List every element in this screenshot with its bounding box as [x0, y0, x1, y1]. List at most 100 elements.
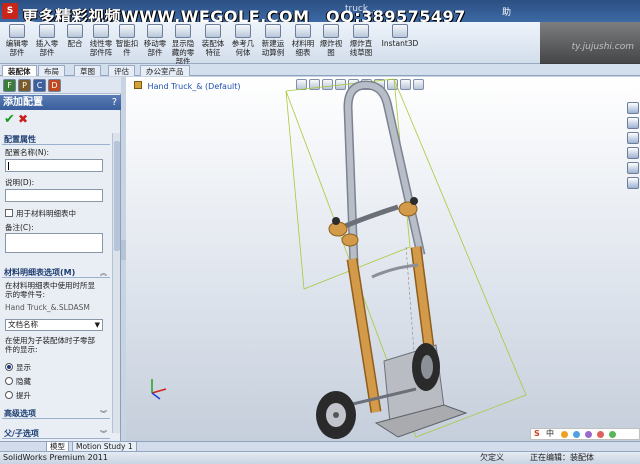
property-manager-panel: F P C D 添加配置 ? ✔ ✖ 配置属性 配置名称(N): 说明(D): …	[0, 77, 121, 441]
ribbon-tool-0[interactable]: 编辑零 部件	[2, 24, 32, 57]
status-bar: SolidWorks Premium 2011 欠定义 正在编辑：装配体	[0, 451, 640, 464]
left-wood-rail	[348, 258, 380, 413]
ribbon-tool-label: 材料明 细表	[291, 39, 315, 57]
document-title: truck_...	[345, 4, 382, 14]
radio-promote[interactable]	[5, 391, 13, 399]
comment-textarea[interactable]	[5, 233, 103, 253]
ime-skin-icon[interactable]	[597, 431, 604, 438]
configuration-manager-icon[interactable]: C	[33, 79, 46, 92]
ribbon-tool-icon	[353, 24, 369, 38]
ok-button[interactable]: ✔	[4, 112, 15, 127]
command-manager-ribbon: ty.jujushi.com 编辑零 部件 插入零 部件 配合 线性零 部件阵 智能扣 …	[0, 22, 640, 66]
advanced-expand-icon[interactable]: ︾	[100, 409, 107, 419]
comment-label: 备注(C):	[5, 223, 34, 232]
solidworks-logo-icon[interactable]: S	[2, 3, 18, 19]
ribbon-tool-5[interactable]: 移动零 部件	[140, 24, 170, 57]
ribbon-tool-icon	[175, 24, 191, 38]
ime-toolbar[interactable]: S 中	[530, 428, 640, 440]
pm-title: 添加配置	[3, 97, 43, 108]
ribbon-tool-label: 新建运 动算例	[261, 39, 285, 57]
bom-options-heading[interactable]: 材料明细表选项(M)	[2, 267, 110, 278]
part-number-source-value: 文档名称	[8, 320, 38, 329]
config-name-label: 配置名称(N):	[5, 148, 49, 157]
ribbon-tool-label: 装配体 特征	[201, 39, 225, 57]
help-icon[interactable]: ?	[112, 95, 117, 110]
graphics-area[interactable]: Hand Truck_& (Default)	[126, 77, 640, 441]
ime-mode-label[interactable]: 中	[546, 429, 554, 439]
command-tab-0[interactable]: 装配体	[2, 65, 37, 76]
ribbon-tool-icon	[119, 24, 135, 38]
ribbon-tool-9[interactable]: 新建运 动算例	[258, 24, 288, 57]
ime-punct-icon[interactable]	[573, 431, 580, 438]
handle-tube-shadow	[343, 80, 426, 266]
manager-tab-strip: F P C D	[0, 77, 121, 94]
model-tabs: 模型 Motion Study 1	[0, 441, 640, 452]
ime-logo-icon: S	[534, 429, 540, 438]
parent-child-expand-icon[interactable]: ︾	[100, 429, 107, 439]
property-manager-icon[interactable]: P	[18, 79, 31, 92]
ribbon-tool-label: 爆炸直 线草图	[349, 39, 373, 57]
command-tab-3[interactable]: 评估	[108, 65, 135, 76]
panel-scrollbar[interactable]	[112, 133, 120, 433]
ribbon-tool-6[interactable]: 显示隐 藏的零 部件	[168, 24, 198, 66]
ribbon-tool-icon	[9, 24, 25, 38]
config-properties-heading[interactable]: 配置属性	[2, 134, 110, 145]
radio-show-label: 显示	[16, 363, 31, 372]
ime-tools-icon[interactable]	[609, 431, 616, 438]
ribbon-brand-area: ty.jujushi.com	[540, 22, 640, 64]
display-manager-icon[interactable]: D	[48, 79, 61, 92]
ribbon-tool-12[interactable]: 爆炸直 线草图	[346, 24, 376, 57]
property-manager-header: 添加配置 ?	[0, 95, 121, 110]
ribbon-tool-icon	[323, 24, 339, 38]
radio-hide-label: 隐藏	[16, 377, 31, 386]
ribbon-tool-icon	[265, 24, 281, 38]
command-tab-4[interactable]: 办公室产品	[140, 65, 190, 76]
panel-scrollbar-thumb[interactable]	[114, 141, 120, 251]
ribbon-tool-7[interactable]: 装配体 特征	[198, 24, 228, 57]
radio-hide[interactable]	[5, 377, 13, 385]
bom-options-collapse-icon[interactable]: ︽	[100, 268, 107, 278]
config-name-input[interactable]	[5, 159, 103, 172]
ribbon-tool-icon	[295, 24, 311, 38]
command-tab-2[interactable]: 草图	[74, 65, 101, 76]
description-label: 说明(D):	[5, 178, 35, 187]
hand-truck-model[interactable]	[126, 77, 640, 441]
upper-brace	[337, 204, 399, 232]
ribbon-tool-label: 移动零 部件	[143, 39, 167, 57]
radio-show[interactable]	[5, 363, 13, 371]
brand-text: ty.jujushi.com	[571, 42, 634, 52]
advanced-options-heading[interactable]: 高级选项	[2, 408, 110, 419]
handle-tube	[344, 81, 424, 266]
ribbon-tool-4[interactable]: 智能扣 件	[112, 24, 142, 57]
bracket-bolt	[332, 217, 340, 225]
ribbon-tool-icon	[93, 24, 109, 38]
command-manager-tabs: 装配体 布局 草图 评估 办公室产品	[0, 64, 640, 76]
bom-part-number: Hand Truck_&.SLDASM	[5, 303, 90, 312]
feature-manager-icon[interactable]: F	[3, 79, 16, 92]
ribbon-tool-13[interactable]: Instant3D	[380, 24, 420, 48]
ok-cancel-bar: ✔ ✖	[0, 111, 121, 127]
part-number-source-select[interactable]: 文档名称 ▼	[5, 319, 103, 331]
command-tab-1[interactable]: 布局	[38, 65, 65, 76]
ribbon-tool-label: 参考几 何体	[231, 39, 255, 57]
ribbon-tool-icon	[205, 24, 221, 38]
help-menu[interactable]: 助	[502, 5, 511, 18]
ribbon-tool-1[interactable]: 插入零 部件	[32, 24, 62, 57]
ime-moon-icon[interactable]	[561, 431, 568, 438]
reference-triad-icon	[151, 379, 167, 400]
title-bar: S 更多精彩视频WWW.WEGOLE.COM QQ:389575497 truc…	[0, 0, 640, 26]
ribbon-tool-icon	[147, 24, 163, 38]
dropdown-arrow-icon: ▼	[94, 321, 100, 329]
parent-child-options-heading[interactable]: 父/子选项	[2, 428, 110, 439]
ribbon-tool-8[interactable]: 参考几 何体	[228, 24, 258, 57]
ribbon-tool-10[interactable]: 材料明 细表	[288, 24, 318, 57]
ribbon-tool-icon	[39, 24, 55, 38]
ime-keyboard-icon[interactable]	[585, 431, 592, 438]
cancel-button[interactable]: ✖	[18, 112, 28, 126]
ribbon-tool-label: 显示隐 藏的零 部件	[171, 39, 195, 66]
description-input[interactable]	[5, 189, 103, 202]
ribbon-tool-label: 配合	[67, 39, 83, 48]
use-in-bom-checkbox[interactable]	[5, 209, 13, 217]
use-in-bom-label: 用于材料明细表中	[16, 209, 76, 218]
ribbon-tool-11[interactable]: 爆炸视 图	[316, 24, 346, 57]
